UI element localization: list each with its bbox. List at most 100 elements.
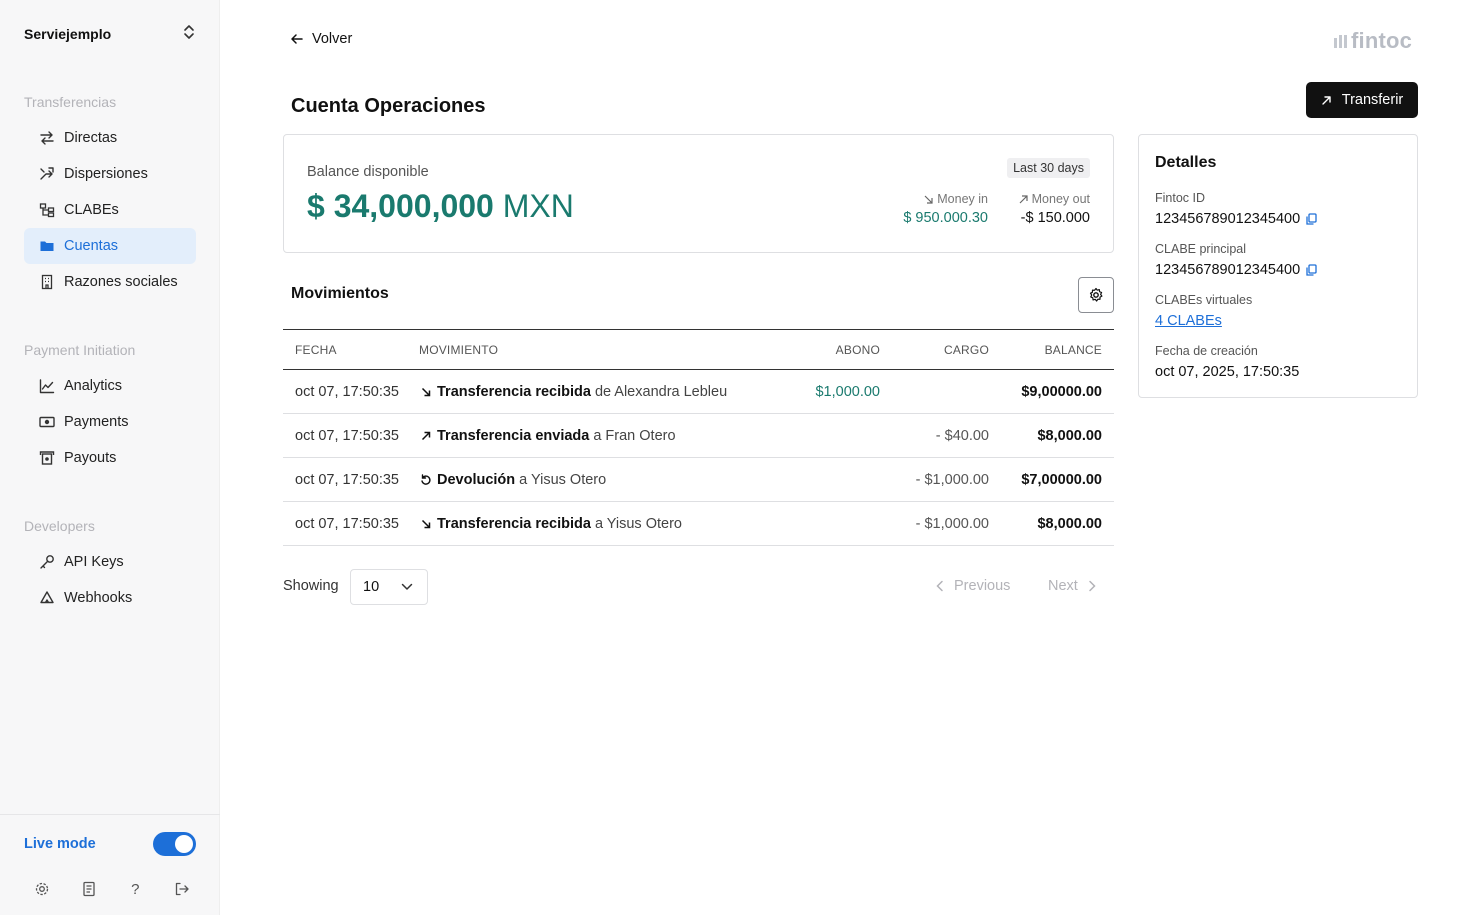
cell-balance: $8,000.00 — [1037, 428, 1102, 444]
next-page-button[interactable]: Next — [1048, 578, 1096, 594]
sidebar-item-webhooks[interactable]: Webhooks — [24, 580, 196, 616]
virtual-clabes-link[interactable]: 4 CLABEs — [1155, 313, 1222, 329]
table-row[interactable]: oct 07, 17:50:35 Transferencia recibida … — [283, 502, 1114, 546]
table-settings-button[interactable] — [1078, 277, 1114, 313]
folder-icon — [38, 237, 56, 255]
col-header-balance[interactable]: BALANCE — [1045, 343, 1102, 357]
arrow-down-right-icon — [419, 517, 433, 531]
help-icon[interactable]: ? — [125, 879, 145, 899]
sidebar-item-razones-sociales[interactable]: Razones sociales — [24, 264, 196, 300]
movement-counterparty: de Alexandra Lebleu — [594, 384, 728, 400]
showing-label: Showing — [283, 578, 339, 594]
cell-cargo: - $1,000.00 — [915, 472, 989, 488]
movement-counterparty: a Yisus Otero — [594, 516, 682, 532]
movement-type: Transferencia enviada — [437, 428, 590, 444]
sidebar-item-label: Razones sociales — [64, 274, 178, 290]
cell-fecha: oct 07, 17:50:35 — [295, 516, 399, 532]
docs-icon[interactable] — [79, 879, 99, 899]
sidebar-item-api-keys[interactable]: API Keys — [24, 544, 196, 580]
sidebar-item-payouts[interactable]: Payouts — [24, 440, 196, 476]
balance-label: Balance disponible — [307, 164, 429, 180]
page-size-select[interactable]: 10 — [350, 569, 428, 605]
fintoc-logo: fintoc — [1334, 28, 1412, 54]
key-icon — [38, 553, 56, 571]
copy-icon[interactable] — [1306, 213, 1317, 225]
clabe-row: 123456789012345400 — [1155, 262, 1317, 278]
settings-icon[interactable] — [32, 879, 52, 899]
table-row[interactable]: oct 07, 17:50:35 Transferencia enviada a… — [283, 414, 1114, 458]
table-row[interactable]: oct 07, 17:50:35 Transferencia recibida … — [283, 370, 1114, 414]
footer-icons: ? — [32, 879, 192, 899]
clabe-label: CLABE principal — [1155, 242, 1247, 256]
previous-page-button[interactable]: Previous — [936, 578, 1010, 594]
money-in-value: $ 950.000.30 — [903, 210, 988, 226]
undo-icon — [419, 473, 433, 487]
split-arrows-icon — [38, 165, 56, 183]
back-label: Volver — [312, 31, 353, 47]
sidebar-item-dispersiones[interactable]: Dispersiones — [24, 156, 196, 192]
balance-currency: MXN — [502, 188, 574, 224]
balance-amount: $ 34,000,000 MXN — [307, 188, 574, 225]
sidebar-item-cuentas[interactable]: Cuentas — [24, 228, 196, 264]
page-size-value: 10 — [363, 579, 380, 595]
created-label: Fecha de creación — [1155, 344, 1258, 358]
sidebar-item-analytics[interactable]: Analytics — [24, 368, 196, 404]
section-title-developers: Developers — [24, 518, 95, 534]
sidebar-item-payments[interactable]: Payments — [24, 404, 196, 440]
org-switcher[interactable]: Serviejemplo — [24, 24, 196, 44]
fintoc-id-label: Fintoc ID — [1155, 191, 1206, 205]
fintoc-id-value: 123456789012345400 — [1155, 211, 1301, 227]
sidebar: Serviejemplo Transferencias Directas Dis… — [0, 0, 220, 915]
sidebar-item-directas[interactable]: Directas — [24, 120, 196, 156]
arrows-swap-icon — [38, 129, 56, 147]
sidebar-item-label: Payments — [64, 414, 129, 430]
cell-movimiento: Transferencia recibida de Alexandra Lebl… — [419, 384, 727, 400]
sidebar-item-label: Payouts — [64, 450, 117, 466]
balance-card: Balance disponible $ 34,000,000 MXN Last… — [283, 134, 1114, 253]
webhook-icon — [38, 589, 56, 607]
col-header-cargo[interactable]: CARGO — [944, 343, 989, 357]
sidebar-item-clabes[interactable]: CLABEs — [24, 192, 196, 228]
movement-type: Transferencia recibida — [437, 516, 591, 532]
movement-counterparty: a Fran Otero — [593, 428, 676, 444]
copy-icon[interactable] — [1306, 264, 1317, 276]
chevron-left-icon — [936, 580, 943, 592]
page-title: Cuenta Operaciones — [291, 95, 486, 117]
previous-label: Previous — [954, 578, 1011, 594]
table-header: FECHA MOVIMIENTO ABONO CARGO BALANCE — [283, 330, 1114, 370]
arrow-up-right-icon — [419, 429, 433, 443]
building-icon — [38, 273, 56, 291]
table-row[interactable]: oct 07, 17:50:35 Devolución a Yisus Oter… — [283, 458, 1114, 502]
org-name: Serviejemplo — [24, 26, 112, 42]
clabe-value: 123456789012345400 — [1155, 262, 1301, 278]
money-in: Money in $ 950.000.30 — [903, 192, 988, 226]
cell-balance: $7,00000.00 — [1021, 472, 1102, 488]
logo-text: fintoc — [1351, 28, 1413, 53]
cell-cargo: - $40.00 — [935, 428, 989, 444]
sidebar-item-label: Cuentas — [64, 238, 119, 254]
transfer-button[interactable]: Transferir — [1306, 82, 1418, 118]
col-header-abono[interactable]: ABONO — [836, 343, 880, 357]
logout-icon[interactable] — [172, 879, 192, 899]
details-title: Detalles — [1155, 154, 1217, 171]
details-panel: Detalles Fintoc ID 123456789012345400 CL… — [1138, 134, 1418, 398]
col-header-movimiento[interactable]: MOVIMIENTO — [419, 343, 498, 357]
fintoc-id-row: 123456789012345400 — [1155, 211, 1317, 227]
cell-fecha: oct 07, 17:50:35 — [295, 428, 399, 444]
cell-movimiento: Transferencia recibida a Yisus Otero — [419, 516, 682, 532]
cell-cargo: - $1,000.00 — [915, 516, 989, 532]
cell-balance: $8,000.00 — [1037, 516, 1102, 532]
movement-counterparty: a Yisus Otero — [519, 472, 607, 488]
chevron-up-down-icon — [182, 24, 196, 45]
payout-icon — [38, 449, 56, 467]
back-link[interactable]: Volver — [290, 31, 352, 47]
period-badge[interactable]: Last 30 days — [1007, 158, 1090, 178]
sidebar-item-label: Webhooks — [64, 590, 133, 606]
arrow-down-right-icon — [924, 195, 933, 204]
sidebar-footer: Live mode ? — [0, 814, 220, 915]
logo-bars-icon — [1334, 34, 1347, 48]
chevron-down-icon — [401, 583, 413, 590]
col-header-fecha[interactable]: FECHA — [295, 343, 337, 357]
movement-type: Transferencia recibida — [437, 384, 591, 400]
live-mode-toggle[interactable] — [153, 832, 196, 856]
